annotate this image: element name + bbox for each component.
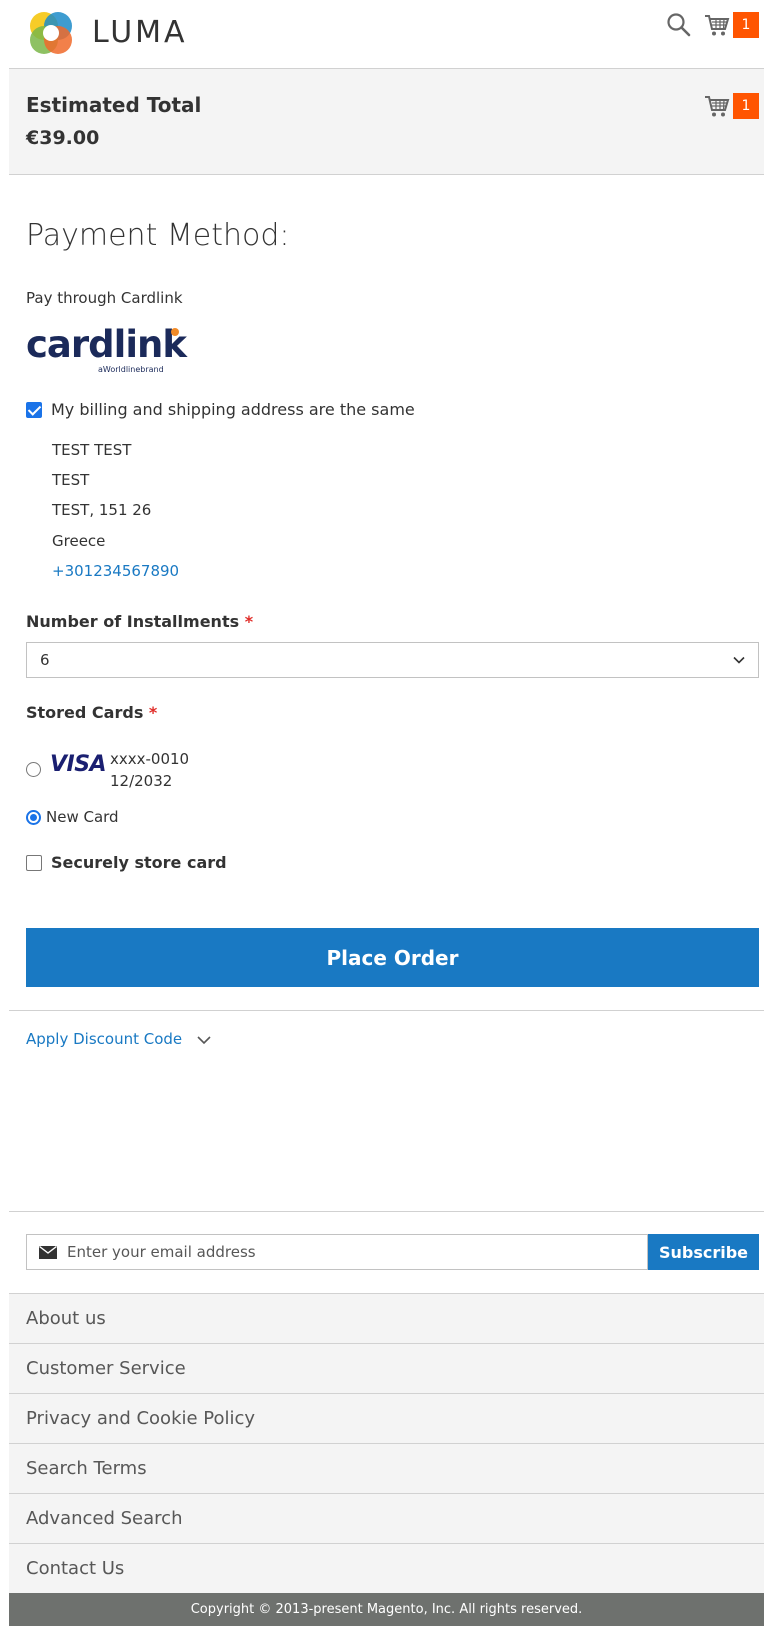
search-icon[interactable] [666, 12, 692, 38]
stored-card-radio[interactable] [26, 762, 41, 777]
place-order-button[interactable]: Place Order [26, 928, 759, 987]
cardlink-tagline: aWorldlinebrand [98, 365, 164, 374]
newsletter-email-input[interactable] [67, 1235, 637, 1269]
store-card-checkbox[interactable] [26, 855, 42, 871]
estimated-total-bar: Estimated Total €39.00 [9, 68, 764, 175]
footer-link-search-terms[interactable]: Search Terms [9, 1443, 764, 1493]
cardlink-logo: cardlink aWorldlinebrand [26, 323, 187, 375]
estimated-total-value: €39.00 [26, 127, 100, 149]
address-line: TEST TEST [52, 441, 132, 459]
billing-same-label[interactable]: My billing and shipping address are the … [51, 400, 415, 419]
logo-text[interactable]: LUMA [92, 15, 188, 50]
stored-cards-label-text: Stored Cards [26, 703, 144, 722]
envelope-icon [39, 1246, 57, 1259]
billing-same-checkbox[interactable] [26, 402, 42, 418]
required-mark: * [244, 612, 254, 631]
required-mark: * [148, 703, 158, 722]
stored-card-expiry: 12/2032 [110, 772, 173, 790]
cardlink-logo-dot [171, 328, 179, 336]
page-header: LUMA 1 [0, 0, 764, 68]
stored-card-number: xxxx-0010 [110, 750, 190, 768]
summary-cart-icon[interactable] [704, 93, 730, 119]
estimated-total-label: Estimated Total [26, 93, 202, 117]
store-card-label[interactable]: Securely store card [51, 853, 227, 872]
address-line: TEST, 151 26 [52, 501, 152, 519]
newsletter-field[interactable] [26, 1234, 648, 1270]
address-line: Greece [52, 532, 106, 550]
footer-links: About us Customer Service Privacy and Co… [9, 1293, 764, 1593]
new-card-label[interactable]: New Card [46, 808, 119, 826]
footer-link-about-us[interactable]: About us [9, 1293, 764, 1343]
footer-link-customer-service[interactable]: Customer Service [9, 1343, 764, 1393]
divider [9, 1211, 764, 1212]
installments-selected-value: 6 [40, 651, 50, 669]
footer-link-advanced-search[interactable]: Advanced Search [9, 1493, 764, 1543]
footer-link-privacy-policy[interactable]: Privacy and Cookie Policy [9, 1393, 764, 1443]
summary-cart-count-badge[interactable]: 1 [733, 93, 759, 119]
chevron-down-icon[interactable] [196, 1034, 212, 1046]
cardlink-wordmark: cardlink [26, 323, 187, 366]
cart-icon[interactable] [704, 12, 730, 38]
apply-discount-link[interactable]: Apply Discount Code [26, 1030, 182, 1048]
address-line: TEST [52, 471, 90, 489]
installments-select[interactable]: 6 [26, 642, 759, 678]
new-card-radio[interactable] [26, 810, 41, 825]
copyright-text: Copyright © 2013-present Magento, Inc. A… [9, 1593, 764, 1626]
luma-logo-icon[interactable] [26, 8, 76, 58]
cart-count-badge[interactable]: 1 [733, 12, 759, 38]
footer-link-contact-us[interactable]: Contact Us [9, 1543, 764, 1593]
installments-label: Number of Installments * [26, 612, 253, 631]
divider [9, 1010, 764, 1011]
chevron-down-icon [733, 656, 745, 664]
subscribe-button[interactable]: Subscribe [648, 1234, 759, 1270]
payment-method-label: Pay through Cardlink [26, 289, 183, 307]
stored-cards-label: Stored Cards * [26, 703, 157, 722]
payment-method-title: Payment Method: [26, 218, 290, 253]
address-phone-link[interactable]: +301234567890 [52, 562, 179, 580]
installments-label-text: Number of Installments [26, 612, 240, 631]
visa-logo-icon: VISA [50, 752, 107, 777]
